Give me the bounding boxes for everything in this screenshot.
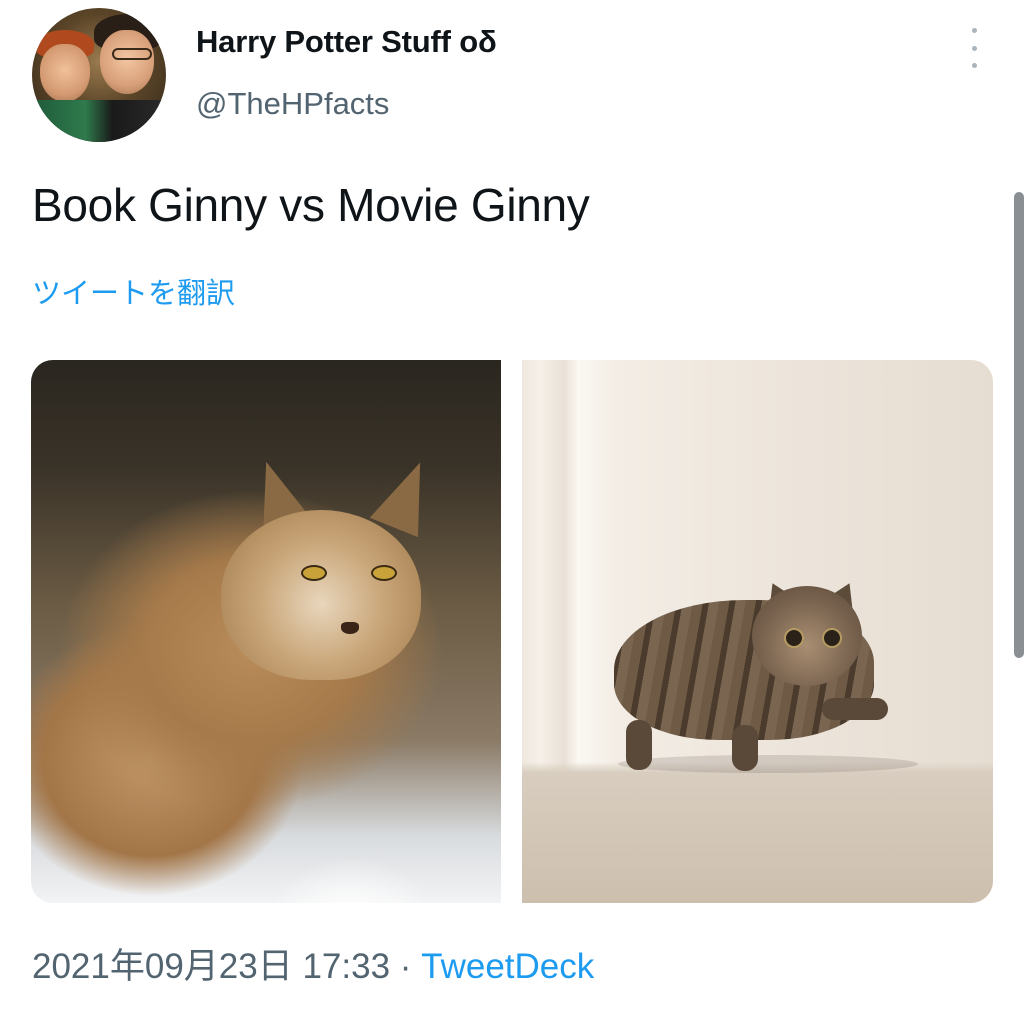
avatar-robe (32, 100, 166, 142)
source-link[interactable]: TweetDeck (421, 947, 594, 986)
translate-link[interactable]: ツイートを翻訳 (32, 270, 235, 312)
more-dot (971, 45, 977, 51)
more-vertical-icon[interactable] (962, 28, 986, 68)
lynx-ear (369, 452, 445, 538)
media-image-lynx[interactable] (31, 360, 501, 903)
avatar-glasses (112, 48, 152, 60)
lynx-eye (301, 565, 327, 581)
cat-eye (784, 628, 804, 648)
avatar-face-right (100, 30, 154, 94)
glasses-emoji: oδ (459, 24, 497, 59)
lynx-nose (341, 622, 359, 634)
timestamp[interactable]: 2021年09月23日 17:33 (32, 947, 390, 986)
cat-leg (626, 720, 652, 770)
user-handle[interactable]: @TheHPfacts (196, 86, 389, 122)
media-image-cat[interactable] (522, 360, 993, 903)
tweet-meta: 2021年09月23日 17:33 · TweetDeck (32, 938, 594, 989)
tweet: Harry Potter Stuff oδ @TheHPfacts Book G… (0, 0, 1024, 1014)
scrollbar[interactable] (1014, 192, 1024, 658)
lynx-eye (371, 565, 397, 581)
display-name-text: Harry Potter Stuff (196, 24, 451, 59)
more-dot (971, 28, 977, 33)
display-name[interactable]: Harry Potter Stuff oδ (196, 24, 497, 60)
avatar-face-left (40, 44, 90, 102)
meta-separator: · (390, 947, 422, 986)
cat-paw (822, 698, 888, 720)
cat-head (752, 586, 862, 686)
cat-eye (822, 628, 842, 648)
cat-shadow (618, 755, 918, 773)
avatar[interactable] (32, 8, 166, 142)
lynx-head (221, 510, 421, 680)
cat-leg (732, 725, 758, 771)
tweet-text: Book Ginny vs Movie Ginny (32, 179, 590, 231)
more-dot (971, 63, 977, 68)
